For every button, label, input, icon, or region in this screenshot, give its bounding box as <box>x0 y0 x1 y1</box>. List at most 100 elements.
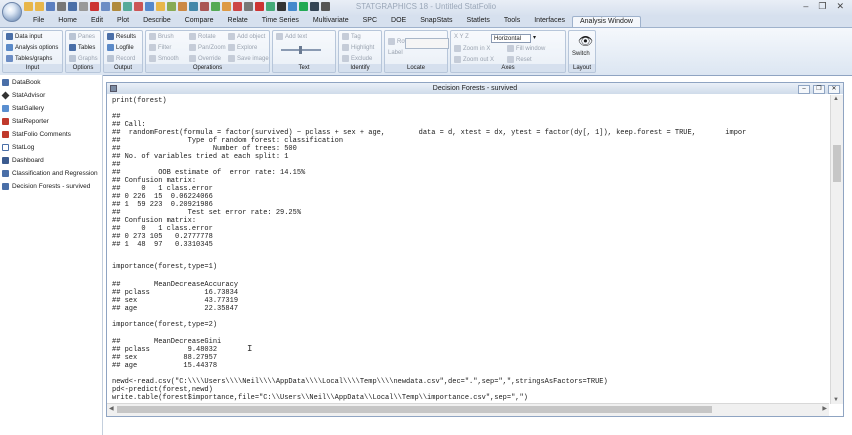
eye-icon[interactable]: 👁 <box>578 34 593 48</box>
tab-relate[interactable]: Relate <box>221 16 255 27</box>
scroll-right-icon[interactable]: ▶ <box>822 405 827 412</box>
sidebar-item-statlog[interactable]: StatLog <box>2 144 34 151</box>
rotate-icon <box>189 33 196 40</box>
menu-tabs: File Home Edit Plot Describe Compare Rel… <box>0 16 852 27</box>
record-button[interactable]: Record <box>107 55 135 62</box>
panes-button[interactable]: Panes <box>69 33 95 40</box>
fill-window-button[interactable]: Fill window <box>507 45 545 52</box>
sidebar-item-statfolio-comments[interactable]: StatFolio Comments <box>2 131 71 138</box>
sidebar-item-classification-regression[interactable]: Classification and Regression <box>2 170 98 177</box>
data-input-button[interactable]: Data input <box>6 33 42 40</box>
chevron-down-icon[interactable]: ▾ <box>533 34 536 41</box>
vertical-scrollbar[interactable]: ▲ ▼ <box>830 95 843 404</box>
tab-home[interactable]: Home <box>51 16 84 27</box>
tab-edit[interactable]: Edit <box>84 16 110 27</box>
data-input-icon <box>6 33 13 40</box>
rotate-button[interactable]: Rotate <box>189 33 216 40</box>
tab-describe[interactable]: Describe <box>136 16 178 27</box>
horizontal-scroll-thumb[interactable] <box>117 406 712 413</box>
vertical-scroll-thumb[interactable] <box>833 145 841 182</box>
sidebar-item-label: StatGallery <box>12 105 45 112</box>
tab-spc[interactable]: SPC <box>356 16 384 27</box>
sidebar-item-statreporter[interactable]: StatReporter <box>2 118 49 125</box>
fill-window-icon <box>507 45 514 52</box>
text-cursor-icon: I <box>247 344 253 354</box>
filter-button[interactable]: Filter <box>149 44 171 51</box>
graphs-button[interactable]: Graphs <box>69 55 98 62</box>
exclude-button[interactable]: Exclude <box>342 55 372 62</box>
minimize-icon[interactable]: – <box>803 1 808 12</box>
zoom-out-x-button[interactable]: Zoom out X <box>454 56 494 63</box>
ribbon-group-operations: Brush Rotate Add object Filter Pan/Zoom … <box>145 30 270 73</box>
sidebar-item-decision-forests[interactable]: Decision Forests - survived <box>2 183 90 190</box>
horizontal-scrollbar[interactable]: ◀ ▶ <box>107 403 829 416</box>
statfolio-comments-icon <box>2 131 9 138</box>
r-console-output[interactable]: print(forest) ## ## Call: ## randomFores… <box>107 95 829 404</box>
scroll-down-icon[interactable]: ▼ <box>833 397 839 403</box>
tab-analysis-window[interactable]: Analysis Window <box>571 16 641 27</box>
tab-time-series[interactable]: Time Series <box>255 16 306 27</box>
console-line: importance(forest,type=2) <box>112 321 218 329</box>
pan-zoom-button[interactable]: Pan/Zoom <box>189 44 226 51</box>
logfile-button[interactable]: Logfile <box>107 44 134 51</box>
scroll-left-icon[interactable]: ◀ <box>109 405 114 412</box>
tab-snapstats[interactable]: SnapStats <box>413 16 459 27</box>
sidebar-item-label: Dashboard <box>12 157 44 164</box>
smooth-button[interactable]: Smooth <box>149 55 179 62</box>
sidebar-item-label: StatReporter <box>12 118 49 125</box>
ribbon-group-layout: 👁 Switch Layout <box>568 30 596 73</box>
override-button[interactable]: Override <box>189 55 221 62</box>
add-text-button[interactable]: Add text <box>276 33 307 40</box>
tab-interfaces[interactable]: Interfaces <box>527 16 572 27</box>
locate-row-input[interactable] <box>405 38 449 49</box>
add-object-button[interactable]: Add object <box>228 33 265 40</box>
console-line: newd<-read.csv("C:\\\\Users\\\\Neil\\\\A… <box>112 378 608 386</box>
doc-restore-icon[interactable]: ❐ <box>813 85 825 94</box>
window-controls: – ❐ ✕ <box>803 1 844 12</box>
explore-button[interactable]: Explore <box>228 44 257 51</box>
tables-graphs-button[interactable]: Tables/graphs <box>6 55 52 62</box>
console-line: ## pclass 16.73834 <box>112 289 239 297</box>
sidebar-item-databook[interactable]: DataBook <box>2 79 41 86</box>
text-size-slider-handle[interactable] <box>299 46 302 54</box>
sidebar-item-statgallery[interactable]: StatGallery <box>2 105 44 112</box>
highlight-button[interactable]: Highlight <box>342 44 374 51</box>
doc-minimize-icon[interactable]: – <box>798 85 810 94</box>
console-line: pd<-predict(forest,newd) <box>112 386 213 394</box>
close-icon[interactable]: ✕ <box>836 1 844 12</box>
scroll-up-icon[interactable]: ▲ <box>833 96 839 102</box>
row-icon <box>388 38 395 45</box>
results-button[interactable]: Results <box>107 33 136 40</box>
restore-icon[interactable]: ❐ <box>818 1 826 12</box>
sidebar-item-statadvisor[interactable]: StatAdvisor <box>1 91 45 100</box>
tables-button[interactable]: Tables <box>69 44 95 51</box>
sidebar-item-dashboard[interactable]: Dashboard <box>2 157 44 164</box>
tab-file[interactable]: File <box>26 16 51 27</box>
ribbon-group-text: Add text Text <box>272 30 336 73</box>
save-image-label: Save image <box>237 55 269 62</box>
tab-tools[interactable]: Tools <box>497 16 527 27</box>
smooth-label: Smooth <box>158 55 179 62</box>
tab-doe[interactable]: DOE <box>384 16 413 27</box>
axis-selector[interactable]: X Y Z <box>454 34 469 40</box>
tab-plot[interactable]: Plot <box>110 16 136 27</box>
analysis-window: Decision Forests - survived – ❐ ✕ print(… <box>106 82 844 417</box>
reset-button[interactable]: Reset <box>507 56 532 63</box>
tab-compare[interactable]: Compare <box>178 16 221 27</box>
statlog-icon <box>2 144 9 151</box>
console-line: ## sex 43.77319 <box>112 297 239 305</box>
console-line: importance(forest,type=1) <box>112 263 218 271</box>
analysis-options-button[interactable]: Analysis options <box>6 44 58 51</box>
tab-multivariate[interactable]: Multivariate <box>306 16 356 27</box>
doc-close-icon[interactable]: ✕ <box>828 85 840 94</box>
zoom-in-x-button[interactable]: Zoom in X <box>454 45 490 52</box>
save-image-button[interactable]: Save image <box>228 55 269 62</box>
tag-button[interactable]: Tag <box>342 33 361 40</box>
orientation-dropdown[interactable]: Horizontal <box>491 34 531 43</box>
switch-button[interactable]: Switch <box>572 51 590 57</box>
tab-statlets[interactable]: Statlets <box>460 16 497 27</box>
brush-label: Brush <box>158 33 174 40</box>
save-image-icon <box>228 55 235 62</box>
app-menu-button[interactable] <box>2 2 22 22</box>
brush-button[interactable]: Brush <box>149 33 174 40</box>
